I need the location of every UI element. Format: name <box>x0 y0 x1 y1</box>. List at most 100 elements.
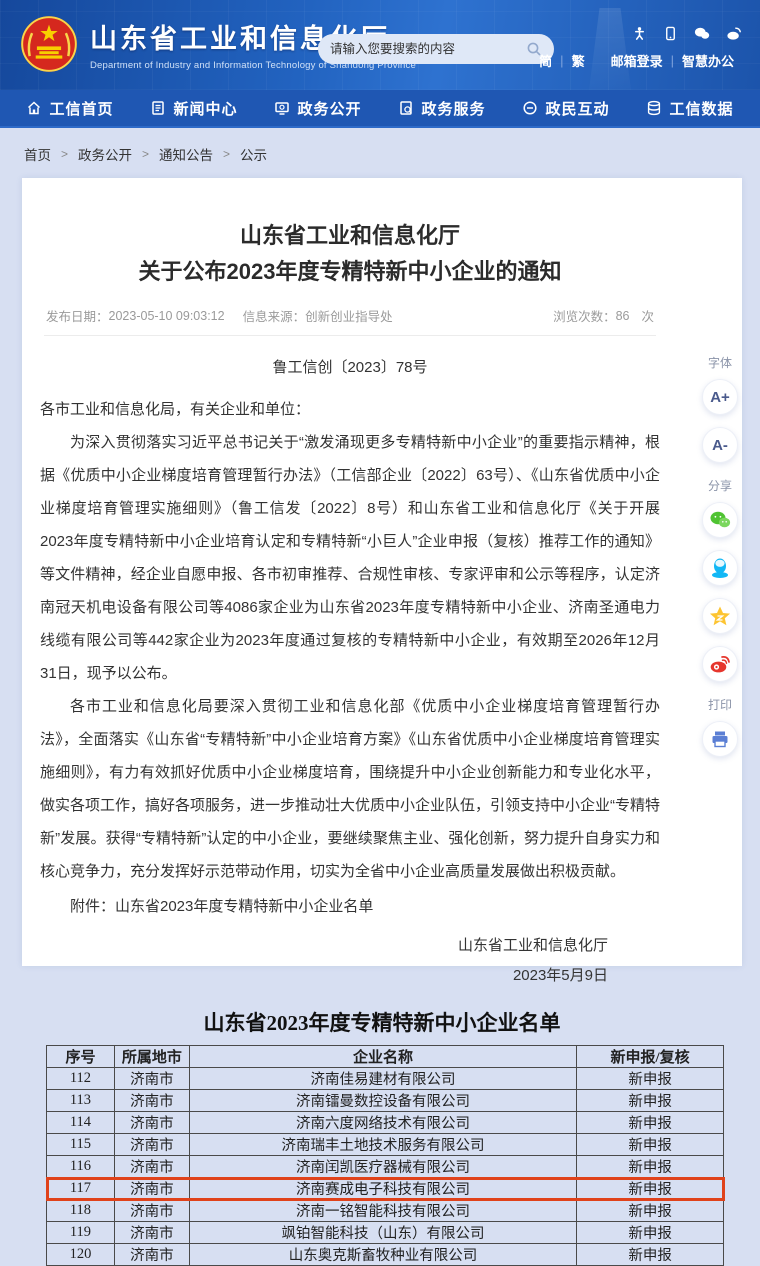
cell-city: 济南市 <box>114 1244 189 1266</box>
font-decrease-button[interactable]: A- <box>702 427 738 463</box>
article-paragraph: 各市工业和信息化局要深入贯彻工业和信息化部《优质中小企业梯度培育管理暂行办法》，… <box>40 690 660 888</box>
col-header-company: 企业名称 <box>189 1046 576 1068</box>
share-qzone-button[interactable] <box>702 598 738 634</box>
share-weibo-button[interactable] <box>702 646 738 682</box>
nav-label: 新闻中心 <box>173 98 237 119</box>
qq-icon <box>710 557 730 579</box>
signature-agency: 山东省工业和信息化厅 <box>40 931 608 961</box>
cell-status: 新申报 <box>577 1090 724 1112</box>
attachment-line[interactable]: 附件：山东省2023年度专精特新中小企业名单 <box>40 890 660 923</box>
nav-item-news[interactable]: 新闻中心 <box>150 98 237 119</box>
cell-city: 济南市 <box>114 1068 189 1090</box>
main-nav: 工信首页 新闻中心 政务公开 政务服务 政民互动 <box>0 90 760 128</box>
views-unit: 次 <box>641 306 654 325</box>
cell-city: 济南市 <box>114 1090 189 1112</box>
cell-company: 济南闰凯医疗器械有限公司 <box>189 1156 576 1178</box>
roster-heading: 山东省2023年度专精特新中小企业名单 <box>22 1007 742 1037</box>
table-row[interactable]: 119 济南市 飒铂智能科技（山东）有限公司 新申报 <box>47 1222 724 1244</box>
breadcrumb-notices[interactable]: 通知公告 <box>159 144 213 164</box>
cell-status: 新申报 <box>577 1134 724 1156</box>
cell-company: 济南一铭智能科技有限公司 <box>189 1200 576 1222</box>
cell-city: 济南市 <box>114 1200 189 1222</box>
news-icon <box>150 100 166 116</box>
article-title-line1: 山东省工业和信息化厅 <box>40 218 660 254</box>
nav-item-service[interactable]: 政务服务 <box>398 98 485 119</box>
cell-company: 济南瑞丰土地技术服务有限公司 <box>189 1134 576 1156</box>
article-title: 山东省工业和信息化厅 关于公布2023年度专精特新中小企业的通知 <box>40 218 660 290</box>
breadcrumb-home[interactable]: 首页 <box>24 144 51 164</box>
nav-item-data[interactable]: 工信数据 <box>646 98 733 119</box>
nav-item-home[interactable]: 工信首页 <box>26 98 113 119</box>
breadcrumb-separator: > <box>223 147 230 161</box>
lang-simplified-link[interactable]: 简 <box>531 51 560 70</box>
table-row[interactable]: 115 济南市 济南瑞丰土地技术服务有限公司 新申报 <box>47 1134 724 1156</box>
col-header-status: 新申报/复核 <box>577 1046 724 1068</box>
share-wechat-button[interactable] <box>702 502 738 538</box>
disclosure-icon <box>274 100 290 116</box>
nav-item-interaction[interactable]: 政民互动 <box>522 98 609 119</box>
lang-traditional-link[interactable]: 繁 <box>564 51 593 70</box>
breadcrumb-separator: > <box>142 147 149 161</box>
service-icon <box>398 100 414 116</box>
table-row[interactable]: 120 济南市 山东奥克斯畜牧种业有限公司 新申报 <box>47 1244 724 1266</box>
font-size-label: 字体 <box>694 354 746 371</box>
signature-block: 山东省工业和信息化厅 2023年5月9日 <box>40 931 660 991</box>
salutation: 各市工业和信息化局，有关企业和单位： <box>40 393 660 426</box>
nav-label: 工信首页 <box>49 98 113 119</box>
table-row[interactable]: 113 济南市 济南镭曼数控设备有限公司 新申报 <box>47 1090 724 1112</box>
cell-status: 新申报 <box>577 1200 724 1222</box>
search-bar[interactable] <box>318 34 554 64</box>
nav-label: 政务服务 <box>421 98 485 119</box>
article-meta: 发布日期： 2023-05-10 09:03:12 信息来源： 创新创业指导处 … <box>40 306 660 325</box>
print-button[interactable] <box>702 721 738 757</box>
views-count: 86 <box>616 309 630 323</box>
table-row[interactable]: 118 济南市 济南一铭智能科技有限公司 新申报 <box>47 1200 724 1222</box>
article-title-line2: 关于公布2023年度专精特新中小企业的通知 <box>40 254 660 290</box>
table-row[interactable]: 116 济南市 济南闰凯医疗器械有限公司 新申报 <box>47 1156 724 1178</box>
cell-no: 112 <box>47 1068 115 1090</box>
site-banner: 山东省工业和信息化厅 Department of Industry and In… <box>0 0 760 90</box>
table-row[interactable]: 112 济南市 济南佳易建材有限公司 新申报 <box>47 1068 724 1090</box>
wechat-icon[interactable] <box>694 26 710 41</box>
mobile-icon[interactable] <box>663 26 678 41</box>
data-icon <box>646 100 662 116</box>
table-row-highlighted[interactable]: 117 济南市 济南赛成电子科技有限公司 新申报 <box>47 1178 724 1200</box>
cell-status: 新申报 <box>577 1112 724 1134</box>
mailbox-login-link[interactable]: 邮箱登录 <box>603 51 671 70</box>
wechat-icon <box>709 510 731 530</box>
article-paragraph: 为深入贯彻落实习近平总书记关于“激发涌现更多专精特新中小企业”的重要指示精神，根… <box>40 426 660 690</box>
nav-item-disclosure[interactable]: 政务公开 <box>274 98 361 119</box>
publish-date: 2023-05-10 09:03:12 <box>109 309 225 323</box>
source-label: 信息来源： <box>243 306 306 325</box>
printer-icon <box>710 729 730 749</box>
col-header-no: 序号 <box>47 1046 115 1068</box>
breadcrumb-separator: > <box>61 147 68 161</box>
smart-office-link[interactable]: 智慧办公 <box>674 51 742 70</box>
cell-company: 飒铂智能科技（山东）有限公司 <box>189 1222 576 1244</box>
interaction-icon <box>522 100 538 116</box>
breadcrumb-current: 公示 <box>240 144 267 164</box>
cell-no: 113 <box>47 1090 115 1112</box>
share-label: 分享 <box>694 477 746 494</box>
document-number: 鲁工信创〔2023〕78号 <box>40 356 660 377</box>
breadcrumb-disclosure[interactable]: 政务公开 <box>78 144 132 164</box>
print-label: 打印 <box>694 696 746 713</box>
cell-no: 120 <box>47 1244 115 1266</box>
accessibility-icon[interactable] <box>632 26 647 41</box>
publish-date-label: 发布日期： <box>46 306 109 325</box>
breadcrumb: 首页 > 政务公开 > 通知公告 > 公示 <box>24 144 267 164</box>
font-increase-button[interactable]: A+ <box>702 379 738 415</box>
article-card: 山东省工业和信息化厅 关于公布2023年度专精特新中小企业的通知 发布日期： 2… <box>22 178 742 966</box>
weibo-icon[interactable] <box>726 26 742 41</box>
home-icon <box>26 100 42 116</box>
side-toolbar: 字体 A+ A- 分享 打印 <box>694 340 746 769</box>
cell-no: 118 <box>47 1200 115 1222</box>
source-value: 创新创业指导处 <box>305 306 393 325</box>
cell-company: 济南镭曼数控设备有限公司 <box>189 1090 576 1112</box>
table-row[interactable]: 114 济南市 济南六度网络技术有限公司 新申报 <box>47 1112 724 1134</box>
share-qq-button[interactable] <box>702 550 738 586</box>
cell-city: 济南市 <box>114 1112 189 1134</box>
search-input[interactable] <box>330 42 518 56</box>
cell-city: 济南市 <box>114 1178 189 1200</box>
cell-no: 114 <box>47 1112 115 1134</box>
